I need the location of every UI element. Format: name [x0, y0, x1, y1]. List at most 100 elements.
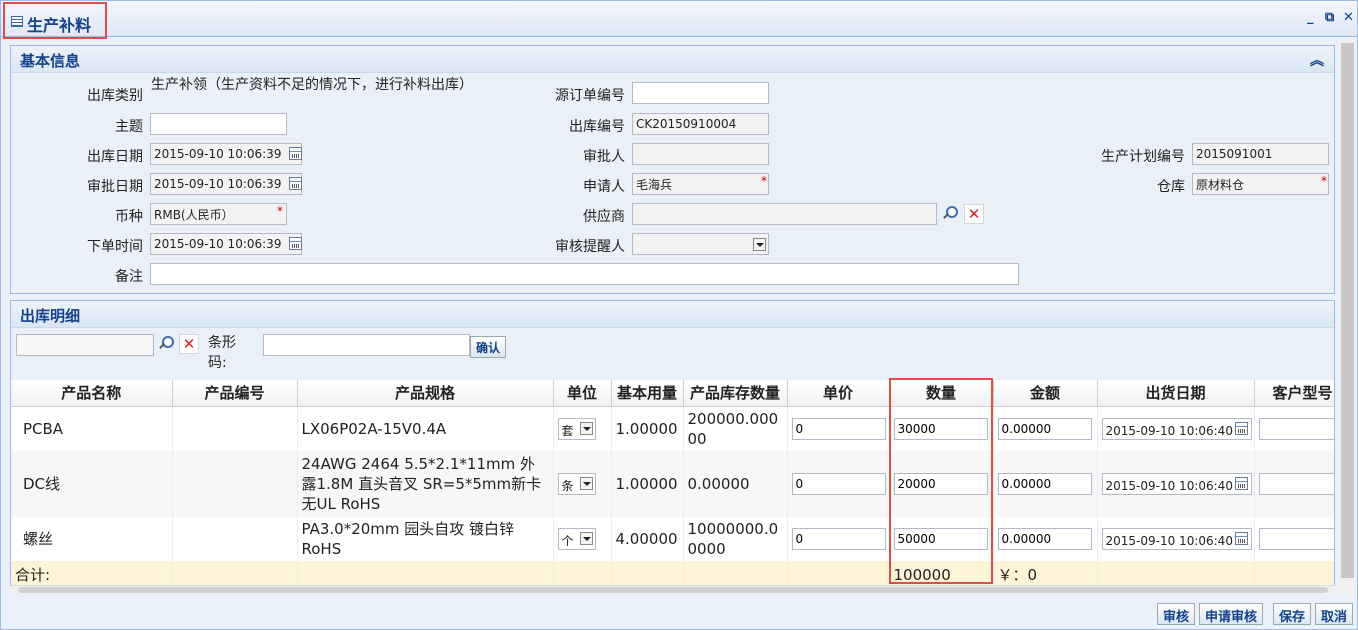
title-bar: 生产补料 _ ⧉ ✕: [1, 1, 1357, 39]
horizontal-scrollbar[interactable]: [10, 585, 1335, 594]
amount-input[interactable]: [997, 417, 1092, 440]
ship-date-value: 2015-09-10 10:06:40: [1105, 534, 1233, 548]
ship-date-input[interactable]: 2015-09-10 10:06:40: [1101, 473, 1252, 495]
col-header[interactable]: 金额: [993, 380, 1098, 407]
approver-input[interactable]: [632, 143, 769, 165]
cell-name: 螺丝: [11, 517, 173, 561]
unit-select[interactable]: 套: [557, 417, 596, 440]
unit-select[interactable]: 条: [557, 473, 596, 495]
scroll-thumb[interactable]: [1341, 43, 1354, 578]
approve-date-label: 审批日期: [87, 179, 143, 195]
unit-select[interactable]: 个: [557, 528, 596, 550]
cell-code: [172, 517, 298, 561]
col-header[interactable]: 产品名称: [11, 380, 173, 407]
cancel-button[interactable]: 取消: [1315, 603, 1354, 625]
cell-spec: PA3.0*20mm 园头自攻 镀白锌 RoHS: [297, 517, 554, 561]
warehouse-input[interactable]: [1192, 173, 1329, 195]
col-header[interactable]: 产品规格: [297, 380, 554, 407]
basic-info-title: 基本信息: [20, 52, 81, 70]
col-header[interactable]: 客户型号: [1254, 380, 1334, 407]
amount-input[interactable]: [997, 528, 1092, 550]
currency-input[interactable]: [150, 203, 287, 225]
order-time-input[interactable]: [150, 233, 302, 255]
table-row[interactable]: PCBA LX06P02A-15V0.4A 套 1.00000 200000.0…: [11, 406, 1334, 451]
subject-label: 主题: [115, 119, 143, 135]
product-clear-icon[interactable]: ✕: [179, 334, 199, 354]
calendar-icon[interactable]: [1234, 421, 1248, 435]
review-button[interactable]: 审核: [1157, 603, 1196, 625]
amount-input[interactable]: [997, 473, 1092, 495]
title-highlight: 生产补料: [3, 2, 107, 39]
model-input[interactable]: [1258, 528, 1334, 550]
supplier-clear-icon[interactable]: ✕: [964, 204, 984, 224]
cell-stock: 0.00000: [683, 451, 788, 517]
minimize-icon[interactable]: _: [1307, 10, 1314, 25]
required-mark: *: [1321, 174, 1327, 188]
qty-input[interactable]: [893, 528, 988, 550]
product-search-input[interactable]: [16, 334, 154, 356]
save-button[interactable]: 保存: [1273, 603, 1312, 625]
collapse-icon[interactable]: ︽: [1310, 50, 1324, 70]
cell-spec: 24AWG 2464 5.5*2.1*11mm 外露1.8M 直头音叉 SR=5…: [297, 451, 554, 517]
col-header[interactable]: 产品编号: [172, 380, 298, 407]
window-title: 生产补料: [27, 16, 92, 35]
price-input[interactable]: [791, 417, 886, 440]
qty-input[interactable]: [893, 473, 988, 495]
calendar-icon[interactable]: [1234, 477, 1248, 490]
model-input[interactable]: [1258, 417, 1334, 440]
main-window: 生产补料 _ ⧉ ✕ 基本信息 ︽ 出库类别 生产补领（生产资料不足的情况下，进…: [0, 0, 1358, 630]
supplier-input[interactable]: [632, 203, 937, 225]
product-search-icon[interactable]: [157, 335, 174, 351]
cell-code: [172, 451, 298, 517]
source-order-input[interactable]: [632, 82, 769, 104]
col-header[interactable]: 基本用量: [611, 380, 684, 407]
col-header[interactable]: 产品库存数量: [683, 380, 788, 407]
calendar-icon[interactable]: [289, 177, 302, 190]
out-date-input[interactable]: [150, 143, 302, 165]
applicant-label: 申请人: [583, 179, 625, 195]
ship-date-input[interactable]: 2015-09-10 10:06:40: [1101, 528, 1252, 550]
table-row[interactable]: 螺丝 PA3.0*20mm 园头自攻 镀白锌 RoHS 个 4.00000 10…: [11, 517, 1334, 561]
qty-input[interactable]: [893, 417, 988, 440]
table-row[interactable]: DC线 24AWG 2464 5.5*2.1*11mm 外露1.8M 直头音叉 …: [11, 451, 1334, 517]
ship-date-input[interactable]: 2015-09-10 10:06:40: [1101, 417, 1252, 440]
out-no-input[interactable]: [632, 113, 769, 135]
detail-title: 出库明细: [20, 307, 81, 325]
source-order-label: 源订单编号: [555, 88, 625, 104]
close-icon[interactable]: ✕: [1343, 10, 1354, 25]
chevron-down-icon[interactable]: [579, 421, 593, 435]
calendar-icon[interactable]: [289, 147, 302, 160]
plan-no-input[interactable]: [1192, 143, 1329, 165]
applicant-input[interactable]: [632, 173, 769, 195]
calendar-icon[interactable]: [1234, 532, 1248, 545]
col-header[interactable]: 单位: [553, 380, 612, 407]
barcode-input[interactable]: [263, 334, 470, 356]
subject-input[interactable]: [150, 113, 287, 135]
detail-panel: 出库明细 ✕ 条形码: 确认 产品名称 产品编号 产品规格 单位 基本用量 产品…: [10, 300, 1335, 593]
price-input[interactable]: [791, 528, 886, 550]
model-input[interactable]: [1258, 473, 1334, 495]
request-review-button[interactable]: 申请审核: [1199, 603, 1264, 625]
chevron-down-icon[interactable]: [753, 238, 766, 251]
col-header[interactable]: 单价: [787, 380, 890, 407]
ship-date-value: 2015-09-10 10:06:40: [1105, 479, 1233, 493]
unit-value: 个: [561, 534, 574, 548]
scroll-thumb[interactable]: [18, 587, 1328, 593]
price-input[interactable]: [791, 473, 886, 495]
col-header[interactable]: 数量: [889, 380, 994, 407]
calendar-icon[interactable]: [289, 237, 302, 250]
col-header[interactable]: 出货日期: [1097, 380, 1255, 407]
required-mark: *: [277, 204, 283, 218]
supplier-search-icon[interactable]: [941, 205, 958, 221]
confirm-button[interactable]: 确认: [470, 336, 507, 358]
approve-date-input[interactable]: [150, 173, 302, 195]
chevron-down-icon[interactable]: [579, 477, 593, 490]
remark-input[interactable]: [150, 263, 1019, 285]
restore-icon[interactable]: ⧉: [1325, 10, 1334, 25]
chevron-down-icon[interactable]: [579, 532, 593, 545]
required-mark: *: [761, 174, 767, 188]
reminder-select[interactable]: [632, 233, 769, 255]
unit-value: 套: [561, 423, 574, 438]
vertical-scrollbar[interactable]: [1339, 39, 1356, 595]
barcode-label: 条形码:: [208, 335, 236, 371]
